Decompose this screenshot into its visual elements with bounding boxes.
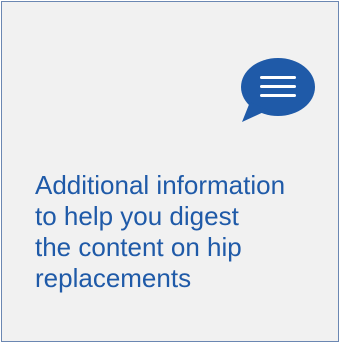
info-description: Additional information to help you diges…	[35, 170, 286, 293]
chat-bubble-icon	[236, 56, 318, 126]
info-card: Additional information to help you diges…	[1, 1, 339, 342]
